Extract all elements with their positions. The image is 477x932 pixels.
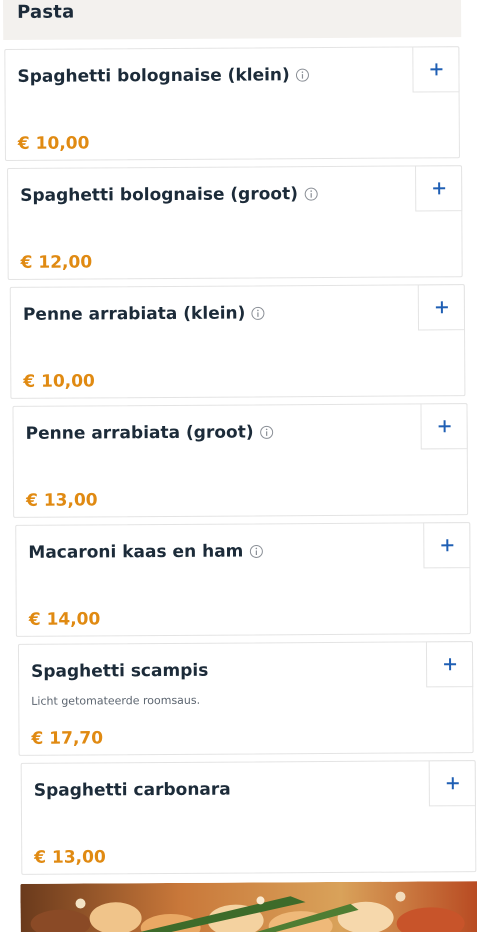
menu-item-price: € 13,00: [25, 490, 98, 511]
menu-item-title-row: Penne arrabiata (groot): [26, 422, 274, 444]
plus-icon: [435, 301, 448, 314]
add-to-cart-button[interactable]: [412, 46, 460, 93]
menu-item-title-row: Spaghetti bolognaise (klein): [17, 65, 310, 87]
plus-icon: [438, 420, 451, 433]
menu-item-name: Penne arrabiata (groot): [25, 422, 254, 444]
plus-icon: [446, 777, 459, 790]
menu-item-price: € 13,00: [34, 847, 106, 868]
menu-item-title-row: Macaroni kaas en ham: [28, 541, 263, 563]
plus-icon: [432, 182, 445, 195]
info-icon[interactable]: [251, 306, 265, 320]
menu-item-card[interactable]: Spaghetti carbonara € 13,00: [20, 760, 477, 875]
menu-item-card[interactable]: Spaghetti bolognaise (groot) € 12,00: [7, 165, 463, 280]
add-to-cart-button[interactable]: [423, 522, 471, 569]
add-to-cart-button[interactable]: [420, 403, 468, 450]
menu-item-name: Spaghetti carbonara: [33, 779, 231, 801]
menu-item-price: € 17,70: [31, 728, 104, 749]
menu-item-card[interactable]: Penne arrabiata (groot) € 13,00: [12, 403, 469, 518]
menu-item-name: Spaghetti bolognaise (groot): [20, 184, 299, 206]
info-icon[interactable]: [260, 425, 274, 439]
menu-item-price: € 14,00: [28, 609, 101, 630]
menu-page: Pasta Spaghetti bolognaise (klein) € 10,…: [0, 0, 477, 932]
menu-item-title-row: Penne arrabiata (klein): [22, 303, 266, 325]
section-header: Pasta: [2, 0, 462, 40]
plus-icon: [443, 658, 456, 671]
add-to-cart-button[interactable]: [428, 760, 476, 807]
menu-item-price: € 10,00: [23, 371, 95, 392]
menu-item-card[interactable]: Macaroni kaas en ham € 14,00: [15, 522, 471, 637]
info-icon[interactable]: [296, 68, 310, 82]
menu-item-name: Spaghetti bolognaise (klein): [17, 65, 290, 87]
section-title: Pasta: [17, 1, 75, 23]
add-to-cart-button[interactable]: [417, 284, 466, 331]
menu-item-card[interactable]: Spaghetti bolognaise (klein) € 10,00: [4, 46, 460, 161]
info-icon[interactable]: [249, 544, 263, 558]
add-to-cart-button[interactable]: [415, 165, 463, 212]
menu-item-name: Macaroni kaas en ham: [28, 541, 244, 563]
menu-item-card[interactable]: Penne arrabiata (klein) € 10,00: [9, 284, 466, 399]
plus-icon: [440, 539, 453, 552]
menu-item-price: € 10,00: [17, 133, 90, 154]
menu-item-name: Spaghetti scampis: [31, 660, 209, 682]
menu-item-name: Penne arrabiata (klein): [22, 303, 246, 325]
menu-item-description: Licht getomateerde roomsaus.: [31, 693, 201, 708]
dish-photo: [20, 881, 477, 932]
menu-item-title-row: Spaghetti carbonara: [34, 780, 231, 801]
menu-item-title-row: Spaghetti scampis: [31, 661, 208, 682]
plus-icon: [429, 63, 442, 76]
menu-item-price: € 12,00: [20, 252, 93, 273]
menu-item-card[interactable]: Spaghetti scampis Licht getomateerde roo…: [17, 641, 474, 756]
info-icon[interactable]: [304, 187, 318, 201]
menu-item-title-row: Spaghetti bolognaise (groot): [20, 184, 318, 206]
add-to-cart-button[interactable]: [425, 641, 474, 688]
